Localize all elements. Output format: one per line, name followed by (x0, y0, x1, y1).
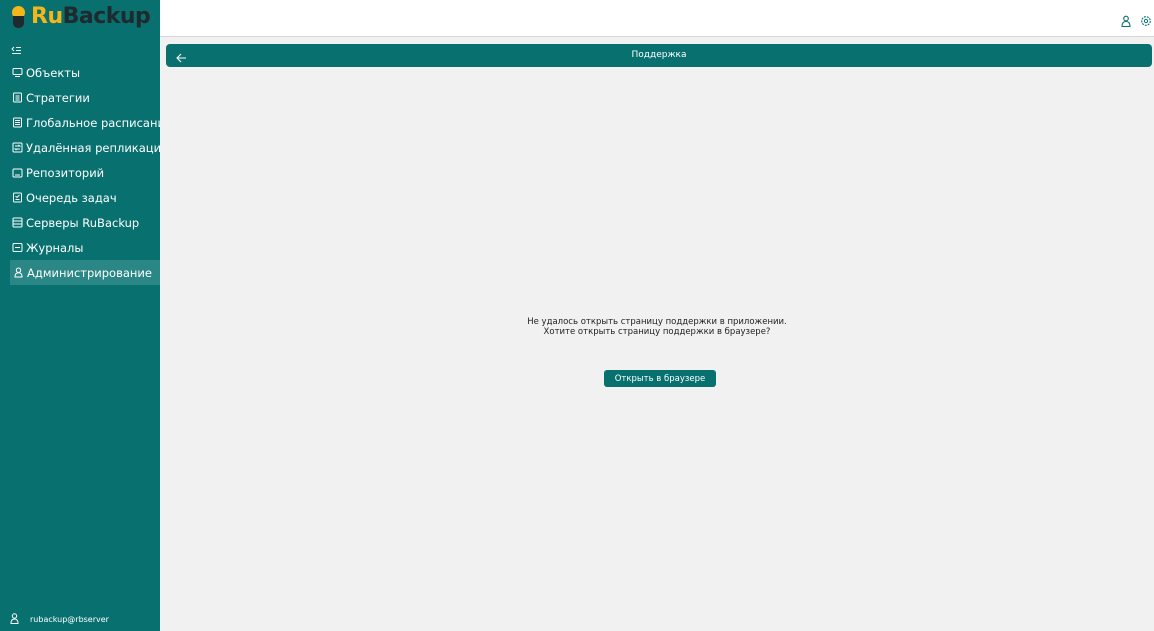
sidebar-item-journals[interactable]: Журналы (0, 235, 160, 260)
sidebar-item-administration[interactable]: Администрирование (10, 260, 160, 285)
sidebar-item-task-queue[interactable]: Очередь задач (0, 185, 160, 210)
logo-mark-icon (10, 6, 28, 28)
repository-icon (12, 167, 23, 178)
message-line-1: Не удалось открыть страницу поддержки в … (527, 317, 787, 327)
sidebar-item-label: Администрирование (27, 265, 152, 280)
sidebar-item-remote-replication[interactable]: Удалённая репликация (0, 135, 168, 160)
journals-icon (12, 242, 23, 253)
servers-icon (12, 217, 23, 228)
sidebar-item-global-schedule[interactable]: Глобальное расписание (0, 110, 172, 135)
settings-gear-icon[interactable] (1140, 12, 1152, 26)
sidebar-item-label: Журналы (26, 240, 84, 255)
sidebar-item-label: Объекты (26, 65, 81, 80)
current-user[interactable]: rubackup@rbserver (10, 611, 109, 627)
queue-icon (12, 192, 23, 203)
sidebar-item-label: Удалённая репликация (26, 140, 169, 155)
sidebar-item-label: Очередь задач (26, 190, 117, 205)
main-content: Поддержка Не удалось открыть страницу по… (160, 37, 1154, 631)
sidebar-item-objects[interactable]: Объекты (0, 60, 160, 85)
current-user-label: rubackup@rbserver (30, 614, 109, 624)
support-error-message: Не удалось открыть страницу поддержки в … (160, 317, 1154, 337)
message-line-2: Хотите открыть страницу поддержки в брау… (543, 327, 771, 337)
open-in-browser-button[interactable]: Открыть в браузере (604, 370, 716, 387)
user-profile-icon[interactable] (1120, 12, 1132, 28)
sidebar-item-strategies[interactable]: Стратегии (0, 85, 160, 110)
top-bar (160, 0, 1154, 37)
sidebar: RuBackup Объекты Стратегии Глобальное ра… (0, 0, 172, 631)
monitor-icon (12, 67, 23, 78)
replication-icon (12, 142, 23, 153)
sidebar-item-label: Стратегии (26, 90, 90, 105)
sidebar-item-label: Репозиторий (26, 165, 105, 180)
admin-icon (13, 267, 24, 278)
sidebar-item-label: Глобальное расписание (26, 115, 173, 130)
page-title: Поддержка (631, 50, 687, 60)
sidebar-item-repository[interactable]: Репозиторий (0, 160, 160, 185)
sidebar-nav: Объекты Стратегии Глобальное расписание … (0, 60, 172, 285)
strategy-icon (12, 92, 23, 103)
collapse-sidebar-icon[interactable] (11, 41, 25, 55)
user-icon (10, 612, 19, 626)
page-header: Поддержка (166, 44, 1152, 67)
schedule-icon (12, 117, 23, 128)
rubackup-logo[interactable]: RuBackup (10, 4, 151, 30)
sidebar-item-rubackup-servers[interactable]: Серверы RuBackup (0, 210, 160, 235)
logo-text-ru: Ru (31, 4, 63, 29)
sidebar-item-label: Серверы RuBackup (26, 215, 140, 230)
logo-text-backup: Backup (62, 4, 151, 29)
